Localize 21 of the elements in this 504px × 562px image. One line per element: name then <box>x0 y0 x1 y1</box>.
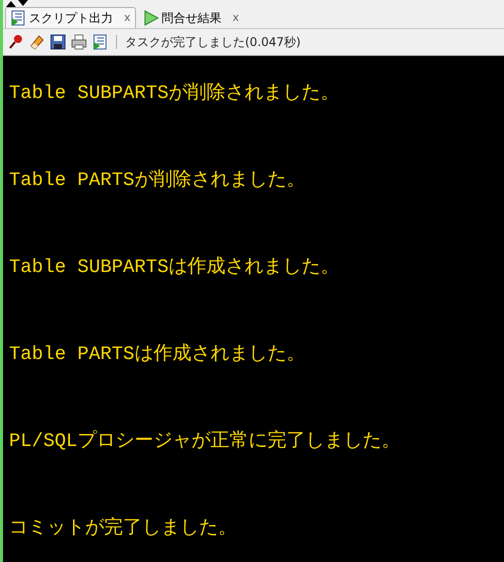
status-text: タスクが完了しました(0.047秒) <box>125 34 301 51</box>
pin-icon[interactable] <box>8 34 24 50</box>
output-line: PL/SQLプロシージャが正常に完了しました。 <box>9 429 402 454</box>
output-line: Table PARTSが削除されました。 <box>9 168 306 193</box>
tab-label: 問合せ結果 <box>162 10 222 27</box>
print-icon[interactable] <box>71 34 87 50</box>
tab[interactable]: 問合せ結果 x <box>138 7 244 28</box>
close-icon[interactable]: x <box>124 10 131 26</box>
tab[interactable]: スクリプト出力 x <box>5 7 136 28</box>
document-play-icon[interactable] <box>92 34 108 50</box>
output-line: Table SUBPARTSが削除されました。 <box>9 81 341 106</box>
save-icon[interactable] <box>50 34 66 50</box>
document-play-icon <box>10 10 26 26</box>
collapse-arrows-icon[interactable] <box>5 0 29 7</box>
output-line: Table PARTSは作成されました。 <box>9 342 306 367</box>
output-line: Table SUBPARTSは作成されました。 <box>9 255 341 280</box>
eraser-icon[interactable] <box>29 34 45 50</box>
play-icon <box>142 10 159 26</box>
tab-label: スクリプト出力 <box>29 10 113 27</box>
close-icon[interactable]: x <box>232 10 240 26</box>
output-line: コミットが完了しました。 <box>9 516 238 541</box>
